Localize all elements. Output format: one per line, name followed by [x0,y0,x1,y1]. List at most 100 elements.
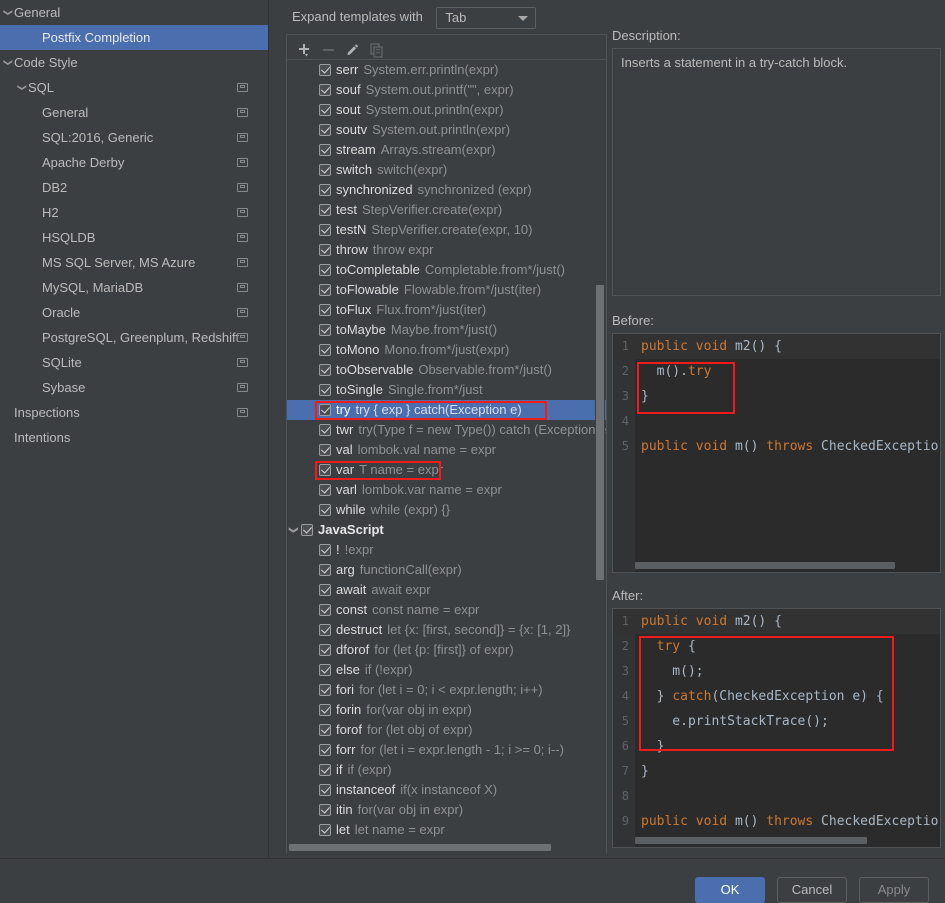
template-row[interactable]: try try { exp } catch(Exception e) [287,400,606,420]
scheme-settings-icon[interactable] [237,83,248,92]
scheme-settings-icon[interactable] [237,283,248,292]
template-checkbox[interactable] [319,123,331,136]
template-checkbox[interactable] [319,303,331,316]
template-row[interactable]: forin for(var obj in expr) [287,700,606,720]
sidebar-item-postfix-completion[interactable]: Postfix Completion [0,25,268,50]
template-checkbox[interactable] [319,343,331,356]
template-row[interactable]: stream Arrays.stream(expr) [287,140,606,160]
scheme-settings-icon[interactable] [237,308,248,317]
template-checkbox[interactable] [319,543,331,556]
sidebar-item-inspections[interactable]: Inspections [0,400,268,425]
template-checkbox[interactable] [319,243,331,256]
sidebar-item-ms-sql-server-ms-azure[interactable]: MS SQL Server, MS Azure [0,250,268,275]
template-checkbox[interactable] [319,83,331,96]
template-checkbox[interactable] [319,263,331,276]
scheme-settings-icon[interactable] [237,358,248,367]
chevron-down-icon[interactable]: ❯ [10,82,35,94]
template-row[interactable]: dforof for (let {p: [first]} of expr) [287,640,606,660]
template-row[interactable]: let let name = expr [287,820,606,840]
template-row[interactable]: toCompletable Completable.from*/just() [287,260,606,280]
templates-hscrollbar-thumb[interactable] [289,844,551,851]
cancel-button[interactable]: Cancel [777,877,847,903]
template-row[interactable]: forr for (let i = expr.length - 1; i >= 0… [287,740,606,760]
template-checkbox[interactable] [319,143,331,156]
template-row[interactable]: destruct let {x: [first, second]} = {x: [… [287,620,606,640]
template-row[interactable]: instanceof if(x instanceof X) [287,780,606,800]
template-row[interactable]: test StepVerifier.create(expr) [287,200,606,220]
templates-vscrollbar-thumb[interactable] [596,285,604,580]
template-group-row[interactable]: ❯ JavaScript [287,520,606,540]
template-checkbox[interactable] [319,283,331,296]
template-checkbox[interactable] [319,563,331,576]
template-row[interactable]: arg functionCall(expr) [287,560,606,580]
after-code-hscrollbar[interactable] [613,837,940,845]
template-checkbox[interactable] [319,503,331,516]
add-template-button[interactable] [291,37,313,58]
template-row[interactable]: toObservable Observable.from*/just() [287,360,606,380]
template-row[interactable]: synchronized synchronized (expr) [287,180,606,200]
template-checkbox[interactable] [319,723,331,736]
template-row[interactable]: itin for(var obj in expr) [287,800,606,820]
sidebar-item-sql[interactable]: ❯ SQL [0,75,268,100]
templates-hscrollbar[interactable] [287,843,598,852]
template-checkbox[interactable] [301,523,313,536]
edit-template-button[interactable] [339,37,361,58]
template-row[interactable]: varl lombok.var name = expr [287,480,606,500]
sidebar-item-sqlite[interactable]: SQLite [0,350,268,375]
template-row[interactable]: sout System.out.println(expr) [287,100,606,120]
sidebar-item-sql-2016-generic[interactable]: SQL:2016, Generic [0,125,268,150]
template-row[interactable]: serr System.err.println(expr) [287,60,606,80]
template-checkbox[interactable] [319,183,331,196]
sidebar-item-apache-derby[interactable]: Apache Derby [0,150,268,175]
sidebar-item-code-style[interactable]: ❯ Code Style [0,50,268,75]
template-row[interactable]: var T name = expr [287,460,606,480]
template-checkbox[interactable] [319,803,331,816]
template-checkbox[interactable] [319,663,331,676]
chevron-down-icon[interactable]: ❯ [0,57,21,69]
sidebar-item-intentions[interactable]: Intentions [0,425,268,450]
template-checkbox[interactable] [319,783,331,796]
template-row[interactable]: forof for (let obj of expr) [287,720,606,740]
template-checkbox[interactable] [319,763,331,776]
template-checkbox[interactable] [319,383,331,396]
sidebar-item-oracle[interactable]: Oracle [0,300,268,325]
before-code-hscrollbar[interactable] [613,562,940,570]
template-checkbox[interactable] [319,743,331,756]
template-checkbox[interactable] [319,403,331,416]
apply-button[interactable]: Apply [859,877,929,903]
chevron-down-icon[interactable]: ❯ [0,7,21,19]
template-checkbox[interactable] [319,103,331,116]
template-checkbox[interactable] [319,323,331,336]
template-checkbox[interactable] [319,683,331,696]
template-row[interactable]: fori for (let i = 0; i < expr.length; i++… [287,680,606,700]
scheme-settings-icon[interactable] [237,258,248,267]
template-checkbox[interactable] [319,583,331,596]
scheme-settings-icon[interactable] [237,383,248,392]
template-row[interactable]: const const name = expr [287,600,606,620]
template-checkbox[interactable] [319,603,331,616]
template-row[interactable]: twr try(Type f = new Type()) catch (Excep… [287,420,606,440]
template-checkbox[interactable] [319,643,331,656]
sidebar-item-hsqldb[interactable]: HSQLDB [0,225,268,250]
scheme-settings-icon[interactable] [237,408,248,417]
after-code-box[interactable]: 1 public void m2() {2 try {3 m(); 4 } catc… [612,608,941,848]
template-row[interactable]: if if (expr) [287,760,606,780]
templates-vscrollbar[interactable] [595,60,605,854]
template-row[interactable]: throw throw expr [287,240,606,260]
sidebar-item-general[interactable]: ❯ General [0,0,268,25]
ok-button[interactable]: OK [695,877,765,903]
scheme-settings-icon[interactable] [237,133,248,142]
sidebar-item-db2[interactable]: DB2 [0,175,268,200]
template-row[interactable]: toSingle Single.from*/just [287,380,606,400]
template-checkbox[interactable] [319,463,331,476]
template-row[interactable]: else if (!expr) [287,660,606,680]
template-row[interactable]: ! !expr [287,540,606,560]
template-checkbox[interactable] [319,363,331,376]
template-row[interactable]: toFlowable Flowable.from*/just(iter) [287,280,606,300]
template-row[interactable]: val lombok.val name = expr [287,440,606,460]
sidebar-item-general[interactable]: General [0,100,268,125]
scheme-settings-icon[interactable] [237,158,248,167]
settings-tree[interactable]: ❯ General Postfix Completion ❯ Code Style ❯ SQ… [0,0,268,858]
template-row[interactable]: toFlux Flux.from*/just(iter) [287,300,606,320]
template-checkbox[interactable] [319,163,331,176]
